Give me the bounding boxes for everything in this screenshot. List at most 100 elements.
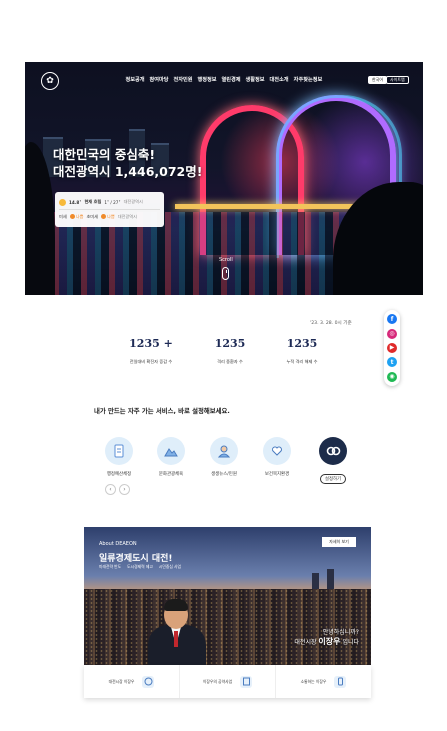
greeting-line: 대전시장 이장우 입니다 <box>294 637 359 647</box>
sitemap-button[interactable]: 사이트맵 <box>386 76 409 84</box>
main-menu: 정보공개 참여마당 전자민원 행정정보 열린경제 생활정보 대전소개 자주찾는정… <box>123 76 325 83</box>
service-icon-circle <box>210 437 238 465</box>
city-night-view <box>84 589 371 665</box>
headline-line: 대한민국의 중심축! <box>53 147 156 162</box>
service-label: 행정예산체정 <box>106 472 132 477</box>
city-logo-icon[interactable]: ✿ <box>41 72 59 90</box>
service-item[interactable]: 생생뉴스/민원 <box>201 437 247 477</box>
next-arrow-icon[interactable]: › <box>119 484 130 495</box>
mayor-tie <box>174 631 178 647</box>
link-label: 이장우의 공약사업 <box>202 678 233 684</box>
service-icon-circle <box>263 437 291 465</box>
menu-item[interactable]: 자주찾는정보 <box>291 76 325 83</box>
stat-item: 1235 격리 중환자 수 <box>195 337 265 365</box>
about-section: About DEAEON 일류경제도시 대전! 미래전략 반도 도시경제력 제고… <box>84 527 371 665</box>
mayor-name: 이장우 <box>318 637 341 646</box>
stat-item: 1235 누적 격리 해제 수 <box>267 337 337 365</box>
ultra-dust-badge: 나쁨 <box>101 214 115 220</box>
twitter-icon[interactable]: t <box>387 357 397 368</box>
settings-label: 설정하기 <box>319 474 347 484</box>
service-icon-circle <box>157 437 185 465</box>
menu-item[interactable]: 참여마당 <box>147 76 171 83</box>
menu-item[interactable]: 열린경제 <box>219 76 243 83</box>
service-item[interactable]: 행정예산체정 <box>96 437 142 477</box>
hero-headline: 대한민국의 중심축! 대전광역시 1,446,072명! <box>53 146 202 180</box>
stat-label: 누적 격리 해제 수 <box>286 359 318 364</box>
service-icon-circle <box>319 437 347 465</box>
service-label: 보건복지환경 <box>264 472 290 477</box>
heart-hand-icon <box>272 446 282 456</box>
menu-item[interactable]: 대전소개 <box>267 76 291 83</box>
mountain-icon <box>164 448 178 457</box>
service-label: 문화관광체육 <box>158 472 184 477</box>
headline-line: 대전광역시 1,446,072명! <box>53 164 203 179</box>
temperature: 14.8˚ <box>69 199 82 205</box>
status-dot-icon <box>69 214 75 219</box>
youtube-icon[interactable]: ▶ <box>387 342 397 353</box>
weather-city: 대전광역시 <box>117 213 137 219</box>
dust-row: 미세 나쁨 초미세 나쁨 대전광역시 <box>59 209 160 223</box>
service-icon-circle <box>105 437 133 465</box>
instagram-icon[interactable]: ◎ <box>387 328 397 339</box>
hero-banner: ✿ 정보공개 참여마당 전자민원 행정정보 열린경제 생활정보 대전소개 자주찾… <box>25 62 423 295</box>
about-keyword: 미래전략 반도 <box>99 564 122 569</box>
top-nav: ✿ 정보공개 참여마당 전자민원 행정정보 열린경제 생활정보 대전소개 자주찾… <box>25 62 423 92</box>
weather-widget[interactable]: 14.8˚ 현재 흐림 1˚ / 27˚ 대전광역시 미세 나쁨 초미세 나쁨 … <box>55 192 164 227</box>
dust-badge: 나쁨 <box>69 213 84 220</box>
phone-icon <box>334 675 347 688</box>
dust-value: 나쁨 <box>75 213 84 219</box>
service-item[interactable]: 보건복지환경 <box>254 437 300 477</box>
stat-number: 1235 <box>286 337 318 350</box>
social-bar: f ◎ ▶ t ◉ <box>384 310 400 386</box>
menu-item[interactable]: 행정정보 <box>195 76 219 83</box>
stats-date: '23. 3. 28. 0시 기준 <box>310 321 352 326</box>
stat-number: 1235 <box>214 337 246 350</box>
temp-range: 1˚ / 27˚ <box>104 199 121 205</box>
person-icon <box>217 445 231 458</box>
checklist-icon <box>240 675 253 688</box>
page: ✿ 정보공개 참여마당 전자민원 행정정보 열린경제 생활정보 대전소개 자주찾… <box>0 0 447 731</box>
prev-arrow-icon[interactable]: ‹ <box>105 484 116 495</box>
mayor-greeting: 안녕하십니까? 대전시장 이장우 입니다 <box>294 628 359 647</box>
ultra-dust-label: 초미세 <box>86 213 98 219</box>
mayor-links: 대전시장 이장우 이장우의 공약사업 소통하는 이장우 <box>84 665 371 698</box>
menu-item[interactable]: 전자민원 <box>171 76 195 83</box>
gear-icon <box>326 446 341 456</box>
facebook-icon[interactable]: f <box>387 314 397 325</box>
cloud-sun-icon <box>59 198 66 206</box>
menu-item[interactable]: 생활정보 <box>243 76 267 83</box>
mayor-link[interactable]: 대전시장 이장우 <box>84 665 180 698</box>
mayor-link[interactable]: 소통하는 이장우 <box>276 665 371 698</box>
document-icon <box>114 444 124 458</box>
ultra-dust-value: 나쁨 <box>107 213 115 219</box>
badge-icon <box>142 675 155 688</box>
about-keyword: 시민중심 사업 <box>158 564 182 569</box>
language-button[interactable]: 한국어 <box>368 76 388 84</box>
status-dot-icon <box>101 214 106 219</box>
scroll-mouse-icon[interactable] <box>222 267 229 280</box>
link-label: 대전시장 이장우 <box>108 678 135 684</box>
talk-icon[interactable]: ◉ <box>387 371 397 382</box>
settings-item[interactable]: 설정하기 <box>310 437 356 484</box>
greeting-line: 안녕하십니까? <box>322 629 359 636</box>
greeting-prefix: 대전시장 <box>294 639 317 646</box>
carousel-arrows: ‹ › <box>105 484 130 495</box>
services-title: 내가 만드는 자주 가는 서비스, 바로 설정해보세요. <box>94 407 230 415</box>
stat-label: 격리 중환자 수 <box>217 359 243 364</box>
about-title: 일류경제도시 대전! <box>99 554 173 564</box>
link-label: 소통하는 이장우 <box>300 678 327 684</box>
weather-city: 대전광역시 <box>123 199 143 204</box>
about-keywords: 미래전략 반도 도시경제력 제고 시민중심 사업 <box>99 564 181 570</box>
stat-label: 전일대비 확진자 증감 수 <box>129 359 173 364</box>
service-item[interactable]: 문화관광체육 <box>148 437 194 477</box>
service-label: 생생뉴스/민원 <box>211 472 237 477</box>
stat-item: 1235 + 전일대비 확진자 증감 수 <box>116 337 186 365</box>
about-keyword: 도시경제력 제고 <box>127 564 153 569</box>
mayor-link[interactable]: 이장우의 공약사업 <box>180 665 276 698</box>
weather-condition: 현재 흐림 <box>84 199 102 204</box>
mayor-hair <box>164 599 188 611</box>
more-button[interactable]: 자세히 보기 <box>322 537 356 547</box>
scroll-label: Scroll <box>219 257 233 263</box>
menu-item[interactable]: 정보공개 <box>123 76 147 83</box>
dust-label: 미세 <box>59 213 67 219</box>
